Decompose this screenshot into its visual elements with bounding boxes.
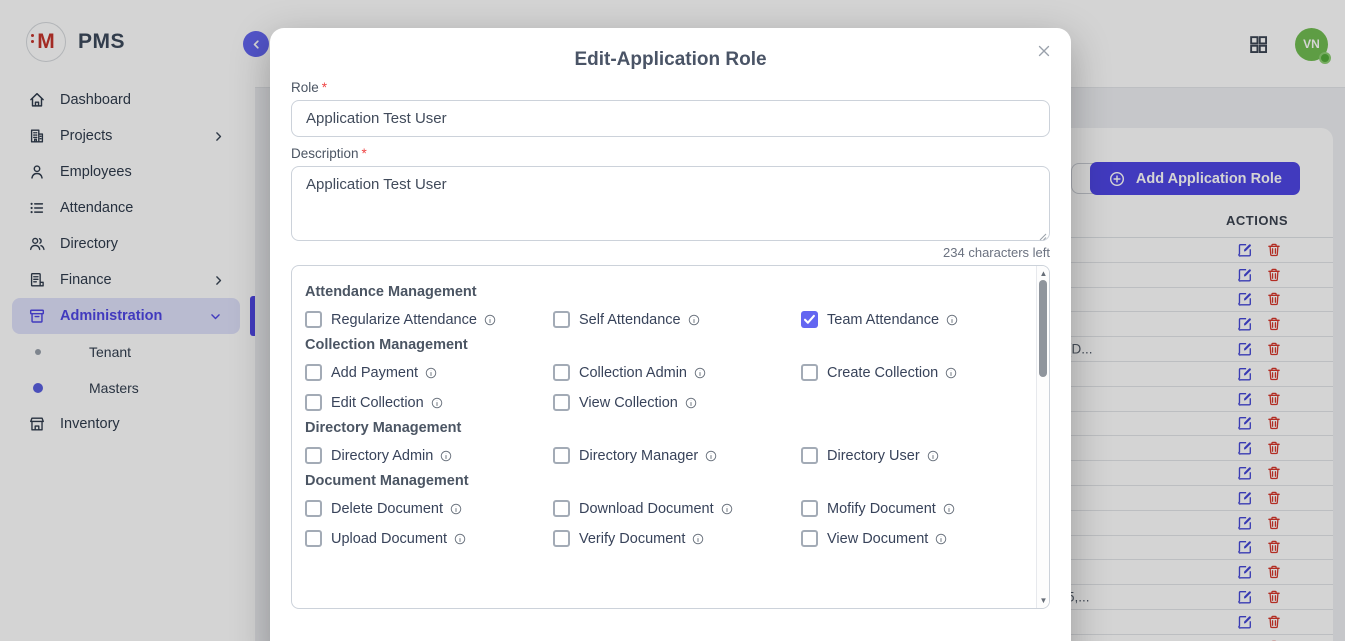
scrollbar-thumb[interactable]	[1039, 280, 1047, 377]
required-asterisk: *	[362, 146, 367, 161]
checkbox-icon[interactable]	[553, 394, 570, 411]
permission-section-title: Document Management	[305, 473, 1026, 489]
checkbox-icon[interactable]	[305, 500, 322, 517]
permission-label: Collection Admin	[579, 365, 687, 381]
info-icon[interactable]	[934, 532, 948, 546]
permission-directory-user[interactable]: Directory User	[801, 447, 1033, 464]
permission-add-payment[interactable]: Add Payment	[305, 364, 553, 381]
checkbox-icon[interactable]	[553, 447, 570, 464]
permission-view-collection[interactable]: View Collection	[553, 394, 801, 411]
permission-label: Directory User	[827, 448, 920, 464]
permission-label: Verify Document	[579, 531, 685, 547]
checkbox-icon[interactable]	[801, 364, 818, 381]
app-root: M PMS DashboardProjectsEmployeesAttendan…	[0, 0, 1345, 641]
info-icon[interactable]	[449, 502, 463, 516]
info-icon[interactable]	[439, 449, 453, 463]
checkbox-icon[interactable]	[305, 364, 322, 381]
info-icon[interactable]	[693, 366, 707, 380]
role-input[interactable]	[291, 100, 1050, 137]
permission-delete-document[interactable]: Delete Document	[305, 500, 553, 517]
scroll-down-icon[interactable]: ▼	[1037, 596, 1050, 605]
permission-label: Delete Document	[331, 501, 443, 517]
description-field-label: Description*	[291, 146, 1050, 161]
info-icon[interactable]	[720, 502, 734, 516]
info-icon[interactable]	[691, 532, 705, 546]
info-icon[interactable]	[424, 366, 438, 380]
info-icon[interactable]	[704, 449, 718, 463]
checkbox-icon[interactable]	[305, 394, 322, 411]
checkbox-icon[interactable]	[553, 364, 570, 381]
permission-label: Directory Admin	[331, 448, 433, 464]
checkbox-icon[interactable]	[801, 447, 818, 464]
checkbox-icon[interactable]	[553, 500, 570, 517]
permissions-scrollbar[interactable]: ▲ ▼	[1036, 266, 1049, 608]
permissions-panel: Attendance Management Regularize Attendan…	[291, 265, 1050, 609]
info-icon[interactable]	[942, 502, 956, 516]
checkbox-icon[interactable]	[553, 530, 570, 547]
permission-self-attendance[interactable]: Self Attendance	[553, 311, 801, 328]
permission-section-directory-management: Directory Management Directory Admin Direc…	[305, 420, 1026, 464]
checkbox-icon[interactable]	[305, 530, 322, 547]
permission-label: Upload Document	[331, 531, 447, 547]
permission-edit-collection[interactable]: Edit Collection	[305, 394, 553, 411]
info-icon[interactable]	[430, 396, 444, 410]
checkbox-checked-icon[interactable]	[801, 311, 818, 328]
permission-regularize-attendance[interactable]: Regularize Attendance	[305, 311, 553, 328]
checkbox-icon[interactable]	[305, 311, 322, 328]
permission-collection-admin[interactable]: Collection Admin	[553, 364, 801, 381]
permission-label: Download Document	[579, 501, 714, 517]
permission-section-collection-management: Collection Management Add Payment Collecti…	[305, 337, 1026, 411]
permission-mofify-document[interactable]: Mofify Document	[801, 500, 1033, 517]
info-icon[interactable]	[684, 396, 698, 410]
scroll-up-icon[interactable]: ▲	[1037, 269, 1050, 278]
permission-verify-document[interactable]: Verify Document	[553, 530, 801, 547]
checkbox-icon[interactable]	[553, 311, 570, 328]
info-icon[interactable]	[483, 313, 497, 327]
permission-label: Add Payment	[331, 365, 418, 381]
permission-section-attendance-management: Attendance Management Regularize Attendan…	[305, 284, 1026, 328]
permission-label: Regularize Attendance	[331, 312, 477, 328]
info-icon[interactable]	[944, 366, 958, 380]
info-icon[interactable]	[687, 313, 701, 327]
modal-title: Edit-Application Role	[270, 28, 1071, 71]
info-icon[interactable]	[945, 313, 959, 327]
edit-application-role-modal: Edit-Application Role Role* Description*…	[270, 28, 1071, 641]
permission-label: Mofify Document	[827, 501, 936, 517]
permission-label: Self Attendance	[579, 312, 681, 328]
permission-label: Create Collection	[827, 365, 938, 381]
checkbox-icon[interactable]	[801, 500, 818, 517]
permission-directory-manager[interactable]: Directory Manager	[553, 447, 801, 464]
permission-download-document[interactable]: Download Document	[553, 500, 801, 517]
info-icon[interactable]	[926, 449, 940, 463]
description-textarea[interactable]: Application Test User	[291, 166, 1050, 241]
permission-label: View Collection	[579, 395, 678, 411]
permission-directory-admin[interactable]: Directory Admin	[305, 447, 553, 464]
characters-left-counter: 234 characters left	[291, 245, 1050, 260]
checkbox-icon[interactable]	[305, 447, 322, 464]
permission-section-title: Attendance Management	[305, 284, 1026, 300]
permission-label: View Document	[827, 531, 928, 547]
permission-team-attendance[interactable]: Team Attendance	[801, 311, 1033, 328]
permission-upload-document[interactable]: Upload Document	[305, 530, 553, 547]
checkbox-icon[interactable]	[801, 530, 818, 547]
required-asterisk: *	[322, 80, 327, 95]
permission-create-collection[interactable]: Create Collection	[801, 364, 1033, 381]
permission-label: Edit Collection	[331, 395, 424, 411]
close-icon[interactable]	[1035, 42, 1053, 60]
permission-section-document-management: Document Management Delete Document Downlo…	[305, 473, 1026, 547]
info-icon[interactable]	[453, 532, 467, 546]
permission-label: Team Attendance	[827, 312, 939, 328]
permissions-list: Attendance Management Regularize Attendan…	[292, 266, 1036, 608]
permission-label: Directory Manager	[579, 448, 698, 464]
role-field-label: Role*	[291, 80, 1050, 95]
permission-section-title: Collection Management	[305, 337, 1026, 353]
permission-section-title: Directory Management	[305, 420, 1026, 436]
permission-view-document[interactable]: View Document	[801, 530, 1033, 547]
